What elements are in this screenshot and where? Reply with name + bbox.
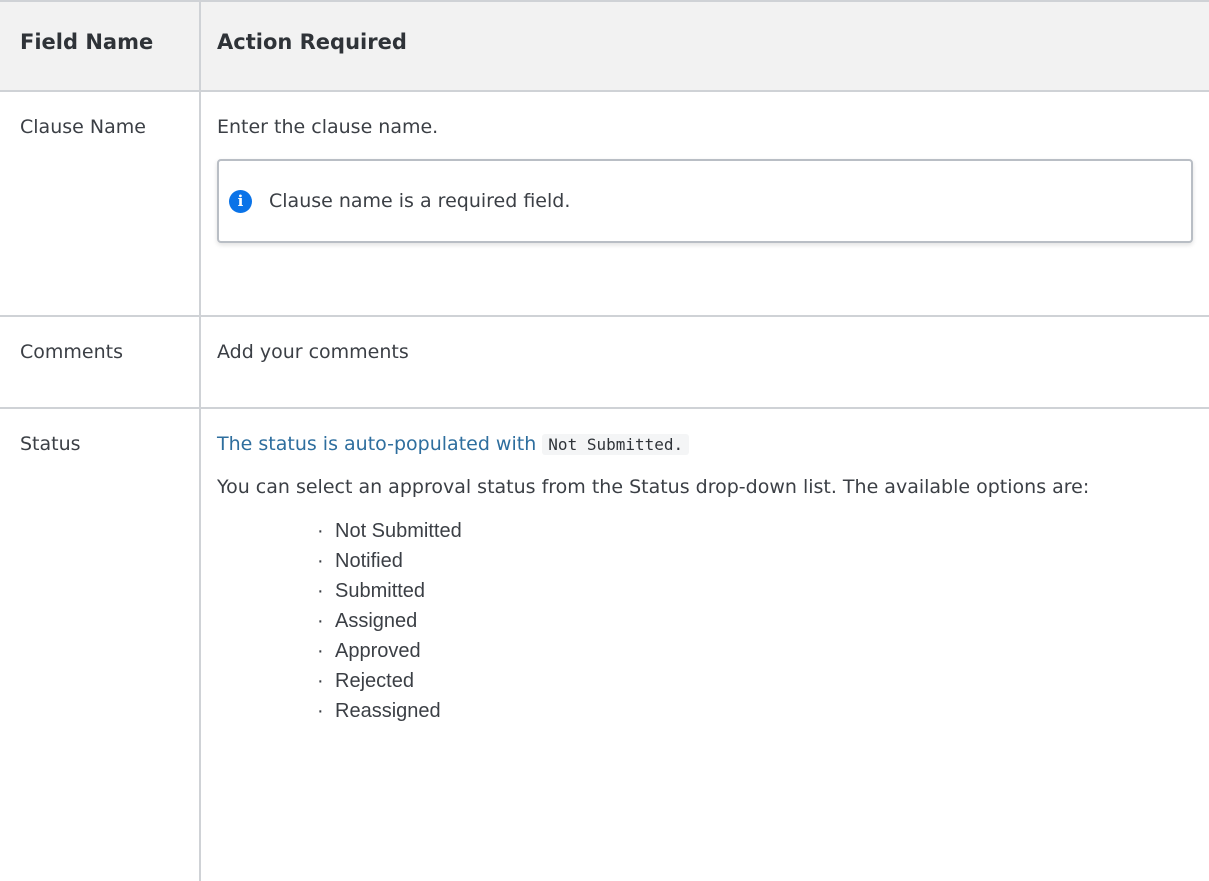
column-header-field-name: Field Name [0, 0, 201, 92]
info-note-text: Clause name is a required field. [269, 190, 571, 212]
table-row: Status The status is auto-populated with… [0, 407, 1209, 881]
status-option-label: Rejected [335, 670, 414, 693]
info-note: i Clause name is a required field. [217, 159, 1193, 243]
status-option-label: Assigned [335, 610, 418, 633]
field-name-cell: Clause Name [0, 89, 201, 318]
bullet-icon: · [317, 670, 324, 693]
status-description: You can select an approval status from t… [217, 476, 1090, 499]
bullet-icon: · [317, 550, 324, 573]
list-item: · Submitted [317, 576, 1195, 606]
status-default-code: Not Submitted. [542, 434, 690, 456]
bullet-icon: · [317, 610, 324, 633]
bullet-icon: · [317, 640, 324, 663]
info-icon: i [229, 189, 252, 213]
list-item: · Not Submitted [317, 516, 1195, 546]
field-action-table: Field Name Action Required Clause Name E… [0, 0, 1209, 881]
status-option-label: Reassigned [335, 700, 441, 723]
field-name-cell: Comments [0, 315, 201, 410]
field-name-clause-name: Clause Name [20, 116, 146, 138]
field-name-comments: Comments [20, 341, 123, 364]
bullet-icon: · [317, 520, 324, 543]
status-intro-paragraph: The status is auto-populated with Not Su… [217, 429, 1195, 460]
table-header-row: Field Name Action Required [0, 0, 1209, 92]
table-row: Comments Add your comments [0, 315, 1209, 410]
status-option-label: Not Submitted [335, 520, 462, 543]
action-cell: Enter the clause name. i Clause name is … [199, 89, 1209, 318]
bullet-icon: · [317, 580, 324, 603]
column-header-action-required: Action Required [199, 0, 1209, 92]
comments-action-text: Add your comments [217, 341, 409, 364]
action-cell: The status is auto-populated with Not Su… [199, 407, 1209, 881]
list-item: · Assigned [317, 606, 1195, 636]
bullet-icon: · [317, 700, 324, 723]
status-option-label: Submitted [335, 580, 426, 603]
action-cell: Add your comments [199, 315, 1209, 410]
status-option-label: Notified [335, 550, 403, 573]
status-option-label: Approved [335, 640, 421, 663]
list-item: · Notified [317, 546, 1195, 576]
clause-name-action-text: Enter the clause name. [217, 116, 439, 138]
list-item: · Reassigned [317, 696, 1195, 726]
field-name-status: Status [20, 433, 81, 456]
field-name-cell: Status [0, 407, 201, 881]
status-options-list: · Not Submitted · Notified · Submitted · Ass… [217, 516, 1195, 726]
list-item: · Approved [317, 636, 1195, 666]
table-row: Clause Name Enter the clause name. i Cla… [0, 89, 1209, 318]
list-item: · Rejected [317, 666, 1195, 696]
status-intro-text: The status is auto-populated with [217, 433, 537, 456]
